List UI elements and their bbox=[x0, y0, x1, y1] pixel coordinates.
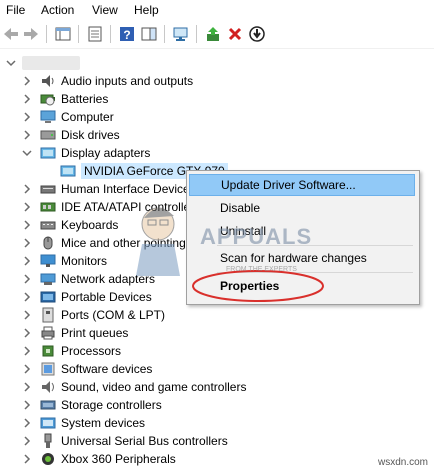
watermark-tagline: FROM THE EXPERTS bbox=[226, 266, 297, 273]
site-watermark: wsxdn.com bbox=[377, 457, 428, 468]
watermark-brand: APPUALS bbox=[200, 224, 313, 249]
